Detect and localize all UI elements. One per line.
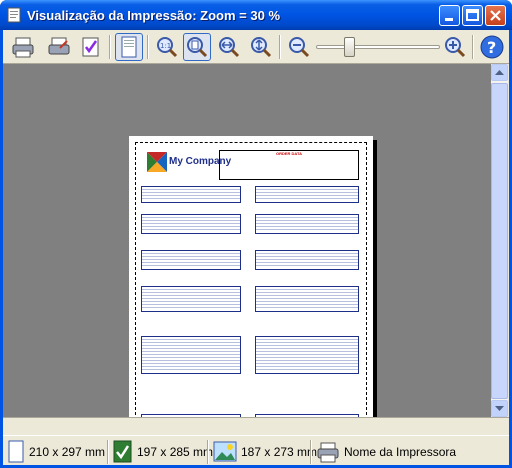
document-table-row [142, 308, 240, 311]
check-page-icon [113, 440, 132, 463]
toolbar-separator [147, 35, 149, 59]
print-preview-window: Visualização da Impressão: Zoom = 30 % 1… [0, 0, 512, 468]
invoice-header-box: ORDER DATA [219, 150, 359, 180]
document-table-row [256, 199, 358, 202]
zoom-height-button[interactable] [247, 33, 275, 61]
scroll-thumb[interactable] [491, 83, 508, 399]
print-button[interactable] [9, 33, 37, 61]
zoom-width-icon [219, 37, 240, 58]
document-table-row [142, 199, 240, 202]
document-table [141, 214, 241, 234]
document-table [255, 250, 359, 270]
toolbar-separator [109, 35, 111, 59]
status-printer[interactable]: Nome da Impressora [316, 438, 456, 466]
invoice-title: ORDER DATA [275, 151, 303, 156]
document-table-row [256, 308, 358, 311]
print-check-icon [82, 37, 99, 57]
paper-size-text: 210 x 297 mm [29, 445, 106, 459]
status-bar: 210 x 297 mm 197 x 285 mm 187 x 273 mm N… [3, 435, 509, 465]
arrow-up-icon [495, 69, 504, 75]
print-setup-icon [48, 37, 70, 55]
document-table-row [142, 230, 240, 233]
document-table [141, 186, 241, 203]
help-button[interactable]: ? [478, 33, 506, 61]
zoom-100-icon: 1:1 [157, 37, 178, 58]
zoom-height-icon [251, 37, 272, 58]
status-paper-size: 210 x 297 mm [7, 438, 105, 466]
minimize-icon [445, 18, 453, 21]
document-table [255, 186, 359, 203]
minimize-button[interactable] [439, 5, 460, 26]
single-page-icon [121, 36, 137, 58]
print-setup-button[interactable] [45, 33, 73, 61]
maximize-button[interactable] [462, 5, 483, 26]
zoom-width-button[interactable] [215, 33, 243, 61]
image-size-text: 187 x 273 mm [241, 445, 318, 459]
svg-text:?: ? [487, 38, 496, 57]
document-table-row [142, 266, 240, 269]
toolbar-separator [472, 35, 474, 59]
zoom-in-button[interactable] [441, 33, 469, 61]
document-table [141, 250, 241, 270]
window-title: Visualização da Impressão: Zoom = 30 % [27, 8, 280, 23]
status-printable-size: 197 x 285 mm [113, 438, 213, 466]
status-separator [107, 440, 109, 464]
zoom-slider-thumb[interactable] [344, 37, 355, 57]
document-table [255, 214, 359, 234]
document-table [255, 336, 359, 374]
horizontal-spacer [3, 417, 509, 434]
preview-area[interactable]: My Company ORDER DATA [3, 64, 491, 417]
maximize-icon [466, 9, 479, 21]
title-bar[interactable]: Visualização da Impressão: Zoom = 30 % [0, 0, 512, 30]
image-icon [213, 441, 237, 462]
status-separator [310, 440, 312, 464]
status-image-size: 187 x 273 mm [213, 438, 317, 466]
printable-size-text: 197 x 285 mm [137, 445, 214, 459]
help-icon: ? [480, 35, 504, 59]
scroll-down-button[interactable] [491, 400, 508, 417]
printer-name-text: Nome da Impressora [344, 445, 457, 459]
document-table [255, 286, 359, 312]
zoom-out-icon [289, 37, 310, 58]
document-table [141, 336, 241, 374]
document-table [141, 286, 241, 312]
printer-icon [317, 442, 339, 463]
zoom-in-icon [445, 37, 466, 58]
document-table-row [256, 230, 358, 233]
single-page-button[interactable] [115, 33, 143, 61]
zoom-page-button[interactable] [183, 33, 211, 61]
scroll-up-button[interactable] [491, 64, 508, 81]
company-logo [147, 152, 167, 172]
page-icon [8, 440, 24, 463]
arrow-down-icon [495, 405, 504, 411]
close-icon [490, 10, 501, 21]
svg-text:1:1: 1:1 [160, 42, 171, 50]
print-icon [12, 37, 34, 58]
vertical-scrollbar[interactable] [491, 64, 508, 417]
document-table-row [142, 370, 240, 373]
zoom-100-button[interactable]: 1:1 [153, 33, 181, 61]
status-separator [207, 440, 209, 464]
zoom-slider-track[interactable] [316, 45, 440, 49]
close-button[interactable] [485, 5, 506, 26]
preview-page: My Company ORDER DATA [129, 136, 373, 417]
app-icon [7, 7, 21, 23]
printable-area-border [135, 142, 367, 417]
toolbar-separator [279, 35, 281, 59]
document-table-row [256, 266, 358, 269]
print-check-button[interactable] [77, 33, 105, 61]
zoom-out-button[interactable] [285, 33, 313, 61]
document-table-row [256, 370, 358, 373]
zoom-page-icon [187, 37, 208, 58]
